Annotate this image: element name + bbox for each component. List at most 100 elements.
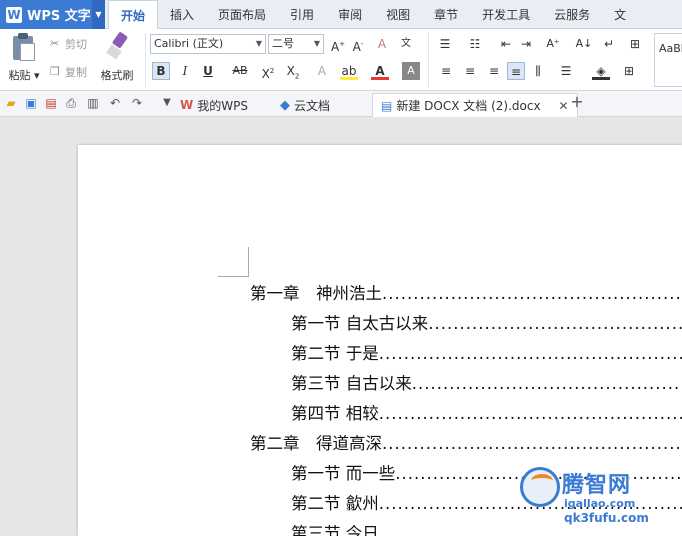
distribute-icon[interactable]: ⫼	[529, 62, 547, 80]
watermark-title: 腾智网	[562, 473, 632, 498]
underline-button[interactable]: U	[199, 62, 217, 80]
bullet-list-icon[interactable]: ☰	[436, 35, 454, 53]
cloud-doc-icon: ◆	[280, 97, 290, 113]
clear-format-icon[interactable]: A	[373, 35, 391, 53]
app-menu-dropdown-icon[interactable]: ▼	[92, 0, 105, 29]
bold-button[interactable]: B	[152, 62, 170, 80]
fill-color-icon[interactable]: ◈	[592, 62, 610, 80]
toc-entry[interactable]: 第二节 于是	[250, 339, 682, 369]
sort-icon[interactable]: A↓	[575, 35, 593, 53]
document-icon: ▤	[381, 98, 393, 113]
tab-cloud-docs[interactable]: ◆ 云文档	[280, 93, 330, 117]
tab-chapter[interactable]: 章节	[422, 0, 470, 29]
cut-label: 剪切	[65, 38, 87, 51]
close-icon[interactable]: ✕	[559, 99, 569, 113]
app-name: WPS 文字	[27, 9, 91, 24]
watermark-url: igallao.com	[564, 497, 636, 510]
tab-insert[interactable]: 插入	[158, 0, 206, 29]
tab-my-wps[interactable]: W 我的WPS	[180, 93, 248, 117]
italic-button[interactable]: I	[176, 62, 194, 80]
open-folder-icon[interactable]: ▰	[4, 96, 18, 110]
shrink-font-icon[interactable]: A-	[349, 35, 367, 54]
show-marks-icon[interactable]: ↵	[600, 35, 618, 53]
line-spacing-icon[interactable]: ☰	[557, 62, 575, 80]
align-right-icon[interactable]: ≡	[485, 62, 503, 80]
char-shading-icon[interactable]: A	[402, 62, 420, 80]
toc-leader	[428, 309, 682, 339]
toc-entry[interactable]: 第一节 自太古以来	[250, 309, 682, 339]
watermark-brand: qk3fufu.com	[564, 511, 649, 525]
align-left-icon[interactable]: ≡	[437, 62, 455, 80]
font-color-icon[interactable]: A	[371, 62, 389, 80]
border-icon[interactable]: ⊞	[620, 62, 638, 80]
watermark-logo-icon	[520, 467, 560, 507]
copy-label: 复制	[65, 66, 87, 79]
toc-entry-label: 第二节 于是	[291, 344, 379, 363]
font-name-select[interactable]: Calibri (正文) ▼	[150, 34, 266, 54]
highlight-icon[interactable]: ab	[340, 62, 358, 80]
redo-icon[interactable]: ↷	[130, 96, 144, 110]
export-pdf-icon[interactable]: ▤	[44, 96, 58, 110]
superscript-button[interactable]: X2	[259, 62, 277, 81]
tab-page-layout[interactable]: 页面布局	[206, 0, 278, 29]
font-size-select[interactable]: 二号 ▼	[268, 34, 324, 54]
margin-marker	[218, 276, 249, 277]
phonetic-guide-icon[interactable]: 文	[397, 35, 415, 53]
toc-entry[interactable]: 第一章 神州浩土	[250, 279, 682, 309]
toc-leader	[379, 339, 682, 369]
decrease-indent-icon[interactable]: ⇤	[497, 35, 515, 53]
ribbon-home: 粘贴 ▾ ✂ 剪切 ❐ 复制 格式刷 Calibri (正文) ▼ 二号 ▼ A…	[0, 29, 682, 91]
align-center-icon[interactable]: ≡	[461, 62, 479, 80]
toc-entry-label: 第三节 自古以来	[291, 374, 412, 393]
paste-button[interactable]: 粘贴 ▾	[6, 33, 42, 83]
title-bar: W WPS 文字 ▼ 开始 插入 页面布局 引用 审阅 视图 章节 开发工具 云…	[0, 0, 682, 30]
save-icon[interactable]: ▣	[24, 96, 38, 110]
undo-icon[interactable]: ↶	[108, 96, 122, 110]
chinese-layout-icon[interactable]: A⁺	[544, 35, 562, 53]
subscript-button[interactable]: X2	[284, 62, 302, 80]
tab-label: 我的WPS	[197, 98, 248, 113]
quick-access-dropdown-icon[interactable]: ▼	[160, 96, 174, 110]
tab-home[interactable]: 开始	[108, 0, 159, 30]
tab-references[interactable]: 引用	[278, 0, 326, 29]
print-preview-icon[interactable]: ▥	[86, 96, 100, 110]
wps-icon: W	[180, 98, 194, 112]
text-effect-icon[interactable]: A	[313, 62, 331, 80]
toc-entry-label: 第一节 而一些	[291, 464, 396, 483]
strikethrough-button[interactable]: AB	[226, 62, 254, 80]
divider	[428, 33, 429, 87]
numbered-list-icon[interactable]: ☷	[466, 35, 484, 53]
toc-entry-label: 第一节 自太古以来	[291, 314, 429, 333]
increase-indent-icon[interactable]: ⇥	[517, 35, 535, 53]
tab-view[interactable]: 视图	[374, 0, 422, 29]
margin-marker	[248, 247, 249, 277]
chevron-down-icon: ▼	[313, 39, 320, 48]
print-icon[interactable]: ⎙	[64, 96, 78, 110]
tab-review[interactable]: 审阅	[326, 0, 374, 29]
tab-document[interactable]: ▤ 新建 DOCX 文档 (2).docx ✕	[372, 93, 578, 117]
app-menu-button[interactable]: W WPS 文字	[0, 0, 105, 29]
table-icon[interactable]: ⊞	[626, 35, 644, 53]
toc-entry-label: 第四节 相较	[291, 404, 379, 423]
toc-entry-label: 第一章 神州浩土	[250, 284, 382, 303]
format-painter-label: 格式刷	[100, 69, 134, 82]
new-tab-plus-icon[interactable]: +	[570, 94, 584, 110]
cut-button[interactable]: ✂ 剪切	[50, 36, 87, 52]
format-painter-button[interactable]: 格式刷	[96, 31, 138, 83]
style-preview: AaBb	[659, 42, 682, 55]
toc-entry[interactable]: 第四节 相较	[250, 399, 682, 429]
tab-cloud-service[interactable]: 云服务	[542, 0, 602, 29]
format-painter-icon	[105, 31, 129, 61]
font-size-value: 二号	[272, 37, 294, 50]
ribbon-tabs: 开始 插入 页面布局 引用 审阅 视图 章节 开发工具 云服务 文	[108, 0, 638, 30]
style-gallery[interactable]: AaBb	[654, 33, 682, 87]
justify-icon[interactable]: ≡	[507, 62, 525, 80]
tab-developer[interactable]: 开发工具	[470, 0, 542, 29]
copy-button[interactable]: ❐ 复制	[50, 64, 87, 80]
toc-leader	[382, 429, 682, 459]
grow-font-icon[interactable]: A+	[329, 35, 347, 54]
toc-entry[interactable]: 第二章 得道高深	[250, 429, 682, 459]
toc-entry-label: 第二章 得道高深	[250, 434, 382, 453]
toc-entry[interactable]: 第三节 自古以来	[250, 369, 682, 399]
tab-more[interactable]: 文	[602, 0, 638, 29]
